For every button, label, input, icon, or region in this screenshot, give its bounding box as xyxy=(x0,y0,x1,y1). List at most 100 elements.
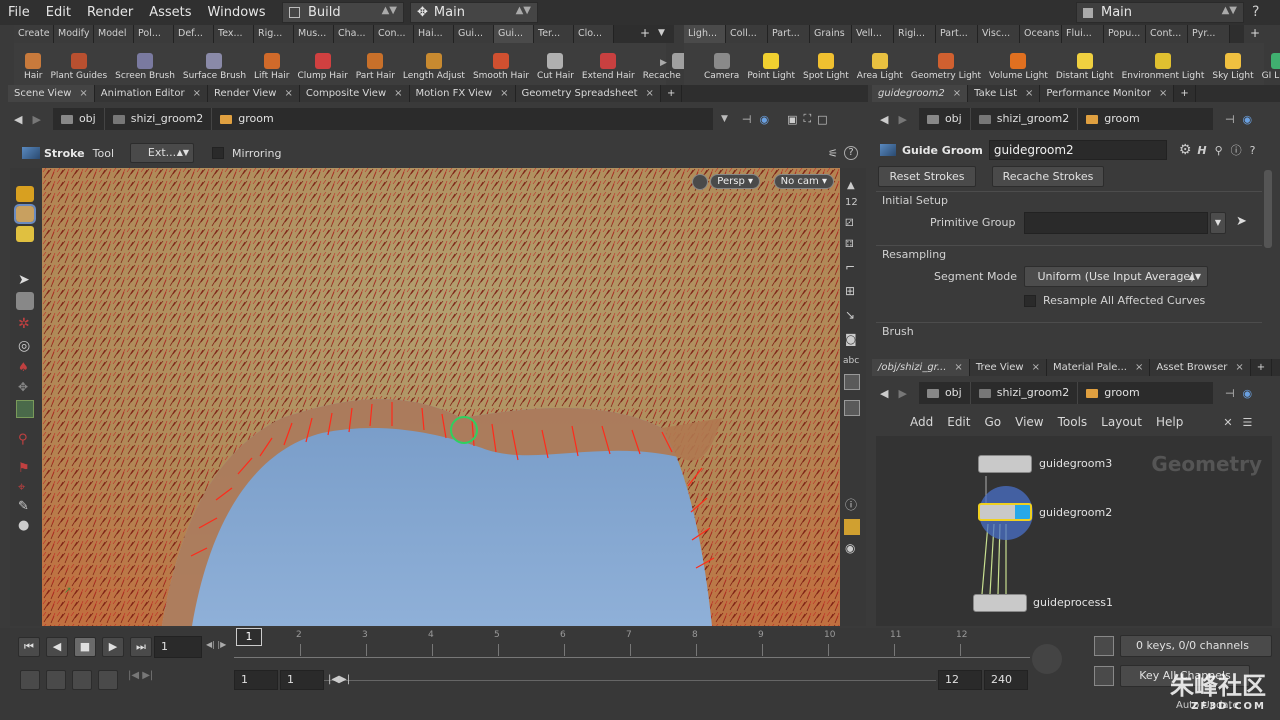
back-arrow-icon[interactable]: ◀ xyxy=(880,387,888,400)
shelf-tab-11[interactable]: Gui... xyxy=(454,25,494,43)
mirroring-checkbox[interactable] xyxy=(212,147,225,159)
chevron-down-icon[interactable]: ▼ xyxy=(1210,212,1226,234)
back-arrow-icon[interactable]: ◀ xyxy=(880,113,888,126)
handle-icon[interactable]: ♠ xyxy=(18,360,34,374)
node-guideprocess1[interactable] xyxy=(973,594,1027,612)
view-icon[interactable]: ◎ xyxy=(18,338,34,354)
right-desktop-selector[interactable]: Main ▲▼ xyxy=(1076,2,1244,23)
info-icon[interactable]: ⓘ xyxy=(845,496,861,513)
display-points-icon[interactable]: ⚃ xyxy=(845,239,861,250)
shelf-tab-right-4[interactable]: Vell... xyxy=(852,25,894,43)
shelf_tools_left-2[interactable]: Screen Brush xyxy=(111,43,179,85)
paint-tool-icon[interactable]: ✎ xyxy=(18,499,34,514)
end-frame-field[interactable]: 240 xyxy=(984,670,1028,690)
maximize-icon[interactable]: □ xyxy=(817,113,827,126)
add-tab-icon[interactable]: + xyxy=(1174,85,1196,102)
camera-view-icon[interactable]: ⛶ xyxy=(803,112,811,126)
step-key-icons[interactable]: |◀ ▶| xyxy=(128,670,153,681)
audio-icon[interactable] xyxy=(46,670,66,690)
list-icon[interactable]: ☰ xyxy=(1243,416,1253,429)
playback-end-field[interactable]: 12 xyxy=(938,670,982,690)
graph-icon[interactable] xyxy=(1094,666,1114,686)
breadcrumb-obj[interactable]: obj xyxy=(52,108,105,130)
eye-icon[interactable]: ◉ xyxy=(845,541,861,555)
link-icon[interactable]: ◉ xyxy=(759,113,769,126)
up-arrow-icon[interactable]: ▲ xyxy=(847,180,859,191)
shelf_tools_right-2[interactable]: Spot Light xyxy=(799,43,853,85)
range-handle-icon[interactable]: |◀▶| xyxy=(328,674,350,685)
tab-network-path[interactable]: /obj/shizi_gr... × xyxy=(872,359,970,376)
brush-mode-icon[interactable] xyxy=(14,204,36,224)
help-icon[interactable]: ? xyxy=(1252,4,1259,20)
close-icon[interactable]: × xyxy=(1235,362,1243,373)
help-icon[interactable]: ? xyxy=(1250,144,1256,157)
tab-guidegroom2[interactable]: guidegroom2 × xyxy=(872,85,969,102)
gear-icon[interactable]: ⚙ xyxy=(1179,142,1192,158)
close-icon[interactable]: × xyxy=(954,362,962,373)
shelf_tools_left-8[interactable]: Smooth Hair xyxy=(469,43,533,85)
shelf-tab-right-8[interactable]: Oceans xyxy=(1020,25,1062,43)
shelf-tab-14[interactable]: Clo... xyxy=(574,25,614,43)
shelf-tab-3[interactable]: Pol... xyxy=(134,25,174,43)
forward-arrow-icon[interactable]: ▶ xyxy=(898,113,906,126)
shelf-tab-6[interactable]: Rig... xyxy=(254,25,294,43)
drag-tool-icon[interactable]: ⌖ xyxy=(18,480,34,495)
search-icon[interactable]: ⚲ xyxy=(1215,144,1223,157)
tab-scene-view[interactable]: Scene View × xyxy=(8,85,95,102)
resample-all-checkbox[interactable] xyxy=(1024,295,1036,307)
primitive-group-field[interactable] xyxy=(1024,212,1208,234)
shelf-tab-12[interactable]: Gui... xyxy=(494,25,534,43)
shelf_tools_right-6[interactable]: Distant Light xyxy=(1052,43,1118,85)
grid-icon[interactable]: ⊞ xyxy=(845,284,861,298)
close-icon[interactable]: × xyxy=(500,88,508,99)
shelf_tools_right-3[interactable]: Area Light xyxy=(853,43,907,85)
pin-icon[interactable]: ⊣ xyxy=(1225,387,1235,400)
close-icon[interactable]: × xyxy=(1025,88,1033,99)
add-tab-icon[interactable]: + xyxy=(1251,359,1273,376)
current-frame-field[interactable]: 1 xyxy=(154,636,202,658)
shelf-tab-2[interactable]: Model xyxy=(94,25,134,43)
menu-tools[interactable]: Tools xyxy=(1058,415,1088,429)
close-icon[interactable]: × xyxy=(193,88,201,99)
params-scrollbar[interactable] xyxy=(1264,170,1272,248)
close-icon[interactable]: × xyxy=(79,88,87,99)
play-icon[interactable]: ▶ xyxy=(102,637,124,657)
guide-icon[interactable]: ⌐ xyxy=(845,260,861,274)
shelf-tab-right-11[interactable]: Cont... xyxy=(1146,25,1188,43)
close-icon[interactable]: × xyxy=(646,88,654,99)
tab-composite-view[interactable]: Composite View × xyxy=(299,85,410,102)
path-dropdown-icon[interactable]: ▼ xyxy=(721,114,728,124)
add-shelf-tab-icon[interactable]: + xyxy=(640,26,650,40)
node-name-field[interactable]: guidegroom2 xyxy=(988,140,1167,160)
scene-viewport[interactable]: ↗ Persp ▾ No cam ▾ xyxy=(42,168,840,626)
layout-icon[interactable] xyxy=(844,519,860,535)
tab-geometry-spreadsheet[interactable]: Geometry Spreadsheet × xyxy=(515,85,661,102)
tab-render-view[interactable]: Render View × xyxy=(207,85,300,102)
loop-icon[interactable] xyxy=(72,670,92,690)
shelf_tools_left-7[interactable]: Length Adjust xyxy=(399,43,469,85)
close-icon[interactable]: × xyxy=(1159,88,1167,99)
segment-mode-dropdown[interactable]: Uniform (Use Input Average) ▲▼ xyxy=(1024,266,1208,287)
camera-persp-dropdown[interactable]: Persp ▾ xyxy=(710,174,760,189)
reset-strokes-button[interactable]: Reset Strokes xyxy=(878,166,976,187)
shelf-tab-right-5[interactable]: Rigi... xyxy=(894,25,936,43)
timeline-ruler[interactable]: 2 3 4 5 6 7 8 9 10 11 12 xyxy=(234,630,1030,658)
menu-assets[interactable]: Assets xyxy=(141,0,199,25)
snap-icon[interactable]: ✥ xyxy=(18,380,34,394)
key-icon[interactable] xyxy=(1032,644,1062,674)
realtime-toggle-icon[interactable] xyxy=(20,670,40,690)
display-options-icon[interactable]: ⚂ xyxy=(845,218,861,229)
shelf_tools_left-3[interactable]: Surface Brush xyxy=(179,43,250,85)
rotate-icon[interactable]: ✲ xyxy=(18,316,34,332)
lock-camera-icon[interactable] xyxy=(692,174,708,190)
start-frame-field[interactable]: 1 xyxy=(234,670,278,690)
select-mode-icon[interactable] xyxy=(16,186,34,202)
shelf-tab-5[interactable]: Tex... xyxy=(214,25,254,43)
network-editor[interactable]: Geometry guidegroom3 guidegroom2 guidepr… xyxy=(876,436,1272,626)
back-arrow-icon[interactable]: ◀ xyxy=(14,113,22,126)
shelf_tools_left-4[interactable]: Lift Hair xyxy=(250,43,293,85)
shelf-scroll-right-icon[interactable]: ▶ xyxy=(660,58,667,68)
menu-file[interactable]: File xyxy=(0,0,38,25)
tab-animation-editor[interactable]: Animation Editor × xyxy=(94,85,208,102)
tab-material-palette[interactable]: Material Pale... × xyxy=(1046,359,1151,376)
